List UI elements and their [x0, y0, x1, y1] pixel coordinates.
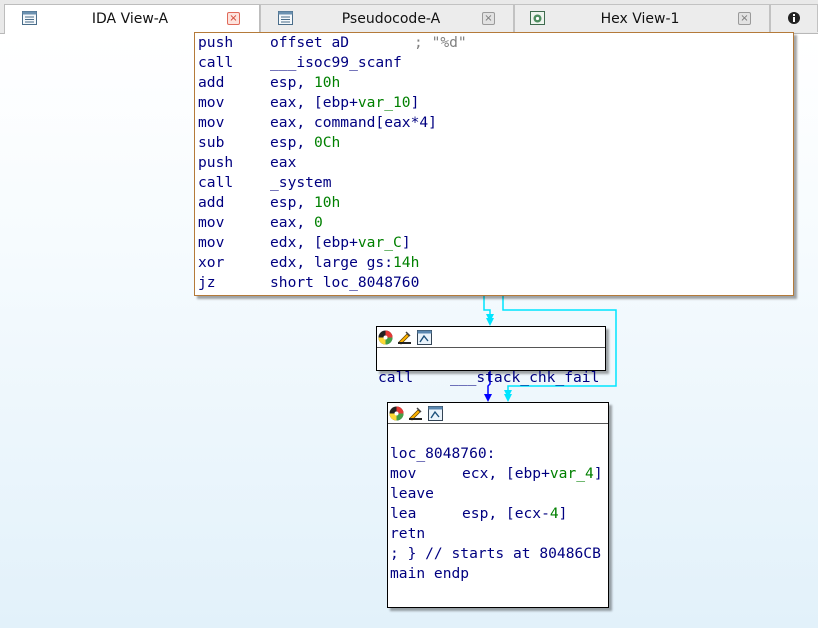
operand-number: 10h — [313, 74, 341, 91]
asm-mnemonic: mov — [198, 114, 225, 131]
operand-text: esp, — [270, 134, 314, 151]
operand-number: 4 — [549, 505, 559, 522]
edge-fail-to-loc-arrow — [484, 394, 492, 402]
operand-text: ___isoc99_scanf — [270, 54, 402, 71]
operand-number: 10h — [313, 194, 341, 211]
tab-hex-view-1[interactable]: Hex View-1 × — [514, 4, 770, 32]
code-block-loc-8048760[interactable]: loc_8048760: mov ecx, [ebp+var_4] leave lea e… — [387, 402, 609, 608]
asm-operand: edx, [ebp+var_C] — [270, 233, 411, 253]
asm-operand: eax, [ebp+var_10] — [270, 93, 419, 113]
asm-operand: ___isoc99_scanf — [270, 53, 402, 73]
asm-endp-text: main endp — [390, 565, 470, 582]
text-view-icon — [278, 11, 293, 25]
operand-number: 0 — [313, 214, 323, 231]
asm-mnemonic: call — [198, 174, 234, 191]
asm-comment: ; "%d" — [414, 34, 467, 51]
color-palette-icon[interactable] — [378, 330, 393, 345]
asm-mnemonic: call — [198, 54, 234, 71]
asm-operand: ecx, [ebp+var_4] — [462, 464, 603, 484]
asm-operand: edx, large gs:14h — [270, 253, 419, 273]
graph-icon[interactable] — [428, 406, 443, 421]
rename-icon[interactable] — [397, 330, 412, 345]
asm-operand: esp, [ecx-4] — [462, 504, 567, 524]
asm-operand: _system — [270, 173, 332, 193]
close-icon[interactable]: × — [482, 12, 495, 25]
asm-mnemonic: push — [198, 34, 234, 51]
operand-text: eax, [ebp+ — [270, 94, 358, 111]
operand-text: edx, large gs: — [270, 254, 394, 271]
asm-mnemonic: sub — [198, 134, 225, 151]
edge-to-fail-arrow — [486, 318, 494, 326]
asm-operand: offset aD — [270, 33, 349, 53]
operand-text: eax, — [270, 214, 314, 231]
operand-text: short loc_8048760 — [270, 274, 420, 291]
asm-operand: esp, 10h — [270, 73, 340, 93]
asm-mnemonic: retn — [390, 525, 426, 542]
asm-operand: eax, 0 — [270, 213, 323, 233]
asm-mnemonic: mov — [198, 94, 225, 111]
close-icon[interactable]: × — [227, 12, 240, 25]
operand-text: eax, command[eax*4] — [270, 114, 437, 131]
graph-icon[interactable] — [417, 330, 432, 345]
operand-text: edx, [ebp+ — [270, 234, 358, 251]
asm-mnemonic: mov — [390, 465, 417, 482]
asm-mnemonic: xor — [198, 254, 225, 271]
rename-icon[interactable] — [408, 406, 423, 421]
operand-suffix: ] — [410, 94, 420, 111]
hex-view-icon — [530, 11, 545, 25]
operand-text: offset aD — [270, 34, 350, 51]
operand-text: eax — [270, 154, 297, 171]
asm-operand: eax, command[eax*4] — [270, 113, 437, 133]
asm-operand: ___stack_chk_fail — [450, 369, 600, 386]
asm-mnemonic: lea — [390, 505, 417, 522]
operand-number: 14h — [393, 254, 420, 271]
edge-to-stack-chk-fail — [483, 296, 494, 322]
operand-variable: var_C — [357, 234, 402, 251]
asm-operand: eax — [270, 153, 296, 173]
tab-ida-view-a[interactable]: IDA View-A × — [4, 4, 260, 34]
asm-mnemonic: add — [198, 194, 225, 211]
asm-mnemonic: call — [378, 369, 414, 386]
node-header — [388, 403, 608, 424]
tab-label: IDA View-A — [91, 11, 169, 27]
node-header — [377, 327, 605, 348]
asm-mnemonic: push — [198, 154, 234, 171]
asm-mnemonic: leave — [390, 485, 434, 502]
operand-variable: var_4 — [549, 465, 594, 482]
asm-mnemonic: mov — [198, 214, 225, 231]
operand-text: ecx, [ebp+ — [462, 465, 550, 482]
code-block-main[interactable]: push offset aD ; "%d" call ___isoc99_scanfad… — [194, 32, 794, 296]
asm-func-comment-text: ; } // starts at 80486CB — [390, 545, 601, 562]
asm-operand: esp, 10h — [270, 193, 340, 213]
operand-text: esp, [ecx- — [462, 505, 550, 522]
asm-mnemonic: jz — [198, 274, 216, 291]
operand-text: esp, — [270, 74, 314, 91]
graph-view[interactable]: push offset aD ; "%d" call ___isoc99_scanfad… — [0, 32, 818, 628]
text-view-icon — [22, 11, 37, 25]
asm-mnemonic: mov — [198, 234, 225, 251]
close-icon[interactable]: × — [738, 12, 751, 25]
operand-variable: var_10 — [357, 94, 411, 111]
operand-suffix: ] — [401, 234, 411, 251]
asm-operand: short loc_8048760 — [270, 273, 419, 293]
code-block-stack-chk-fail[interactable]: call ___stack_chk_fail — [376, 326, 606, 386]
asm-label-text: loc_8048760: — [390, 445, 496, 462]
info-icon — [788, 12, 800, 24]
tab-overflow-button[interactable] — [770, 4, 818, 32]
asm-operand: esp, 0Ch — [270, 133, 340, 153]
tab-label: Pseudocode-A — [341, 11, 441, 27]
tab-pseudocode-a[interactable]: Pseudocode-A × — [260, 4, 514, 32]
operand-suffix: ] — [593, 465, 603, 482]
operand-text: esp, — [270, 194, 314, 211]
tab-bar: IDA View-A × Pseudocode-A × Hex View-1 × — [0, 0, 818, 34]
color-palette-icon[interactable] — [389, 406, 404, 421]
edge-to-loc-arrow — [504, 394, 512, 402]
asm-line[interactable]: call ___stack_chk_fail — [378, 348, 599, 386]
operand-suffix: ] — [558, 505, 568, 522]
tab-label: Hex View-1 — [600, 11, 680, 27]
asm-mnemonic: add — [198, 74, 225, 91]
operand-number: 0Ch — [313, 134, 341, 151]
operand-text: _system — [270, 174, 332, 191]
